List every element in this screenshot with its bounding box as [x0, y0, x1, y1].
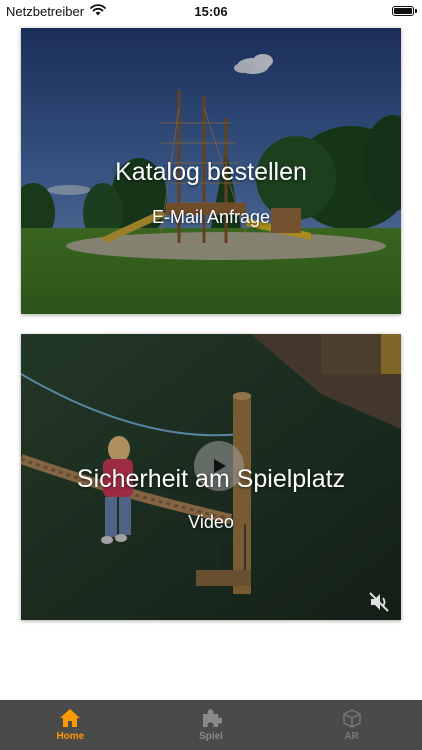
catalog-card[interactable]: Katalog bestellen E-Mail Anfrage — [21, 28, 401, 314]
catalog-title: Katalog bestellen — [115, 158, 307, 186]
speaker-muted-icon — [369, 592, 389, 612]
tab-spiel-label: Spiel — [199, 731, 223, 742]
safety-video-title: Sicherheit am Spielplatz — [76, 465, 346, 493]
house-icon — [60, 709, 81, 727]
tab-home[interactable]: Home — [0, 700, 141, 750]
mute-button[interactable] — [367, 590, 391, 614]
catalog-subtitle: E-Mail Anfrage — [151, 207, 271, 227]
puzzle-icon — [203, 709, 222, 727]
status-time: 15:06 — [194, 4, 228, 19]
status-bar: Netzbetreiber 15:06 — [0, 0, 422, 22]
tab-home-label: Home — [56, 731, 85, 742]
safety-video-subtitle: Video — [188, 512, 234, 532]
tab-spiel[interactable]: Spiel — [141, 700, 282, 750]
battery-icon — [392, 6, 417, 16]
safety-video-card[interactable]: Sicherheit am Spielplatz Video — [21, 334, 401, 620]
cube-icon — [343, 709, 361, 728]
tab-bar: Home Spiel AR — [0, 700, 422, 750]
tab-ar-label: AR — [344, 731, 359, 742]
tab-ar[interactable]: AR — [281, 700, 422, 750]
